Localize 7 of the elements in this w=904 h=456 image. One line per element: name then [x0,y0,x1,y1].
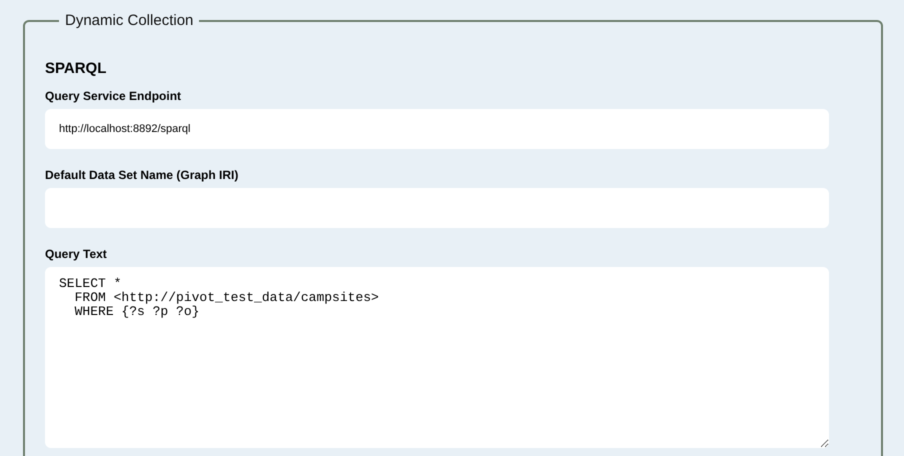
panel-legend: Dynamic Collection [59,10,200,32]
section-heading: SPARQL [45,58,108,78]
field-label: Default Data Set Name (Graph IRI) [45,168,240,182]
field-label: Query Service Endpoint [45,89,182,103]
query-text-area[interactable]: SELECT * FROM <http://pivot_test_data/campsites> WHERE {?s ?p ?o} [45,267,829,448]
input-field[interactable]: http://localhost:8892/sparql [45,109,829,149]
field-label: Query Text [45,247,108,261]
